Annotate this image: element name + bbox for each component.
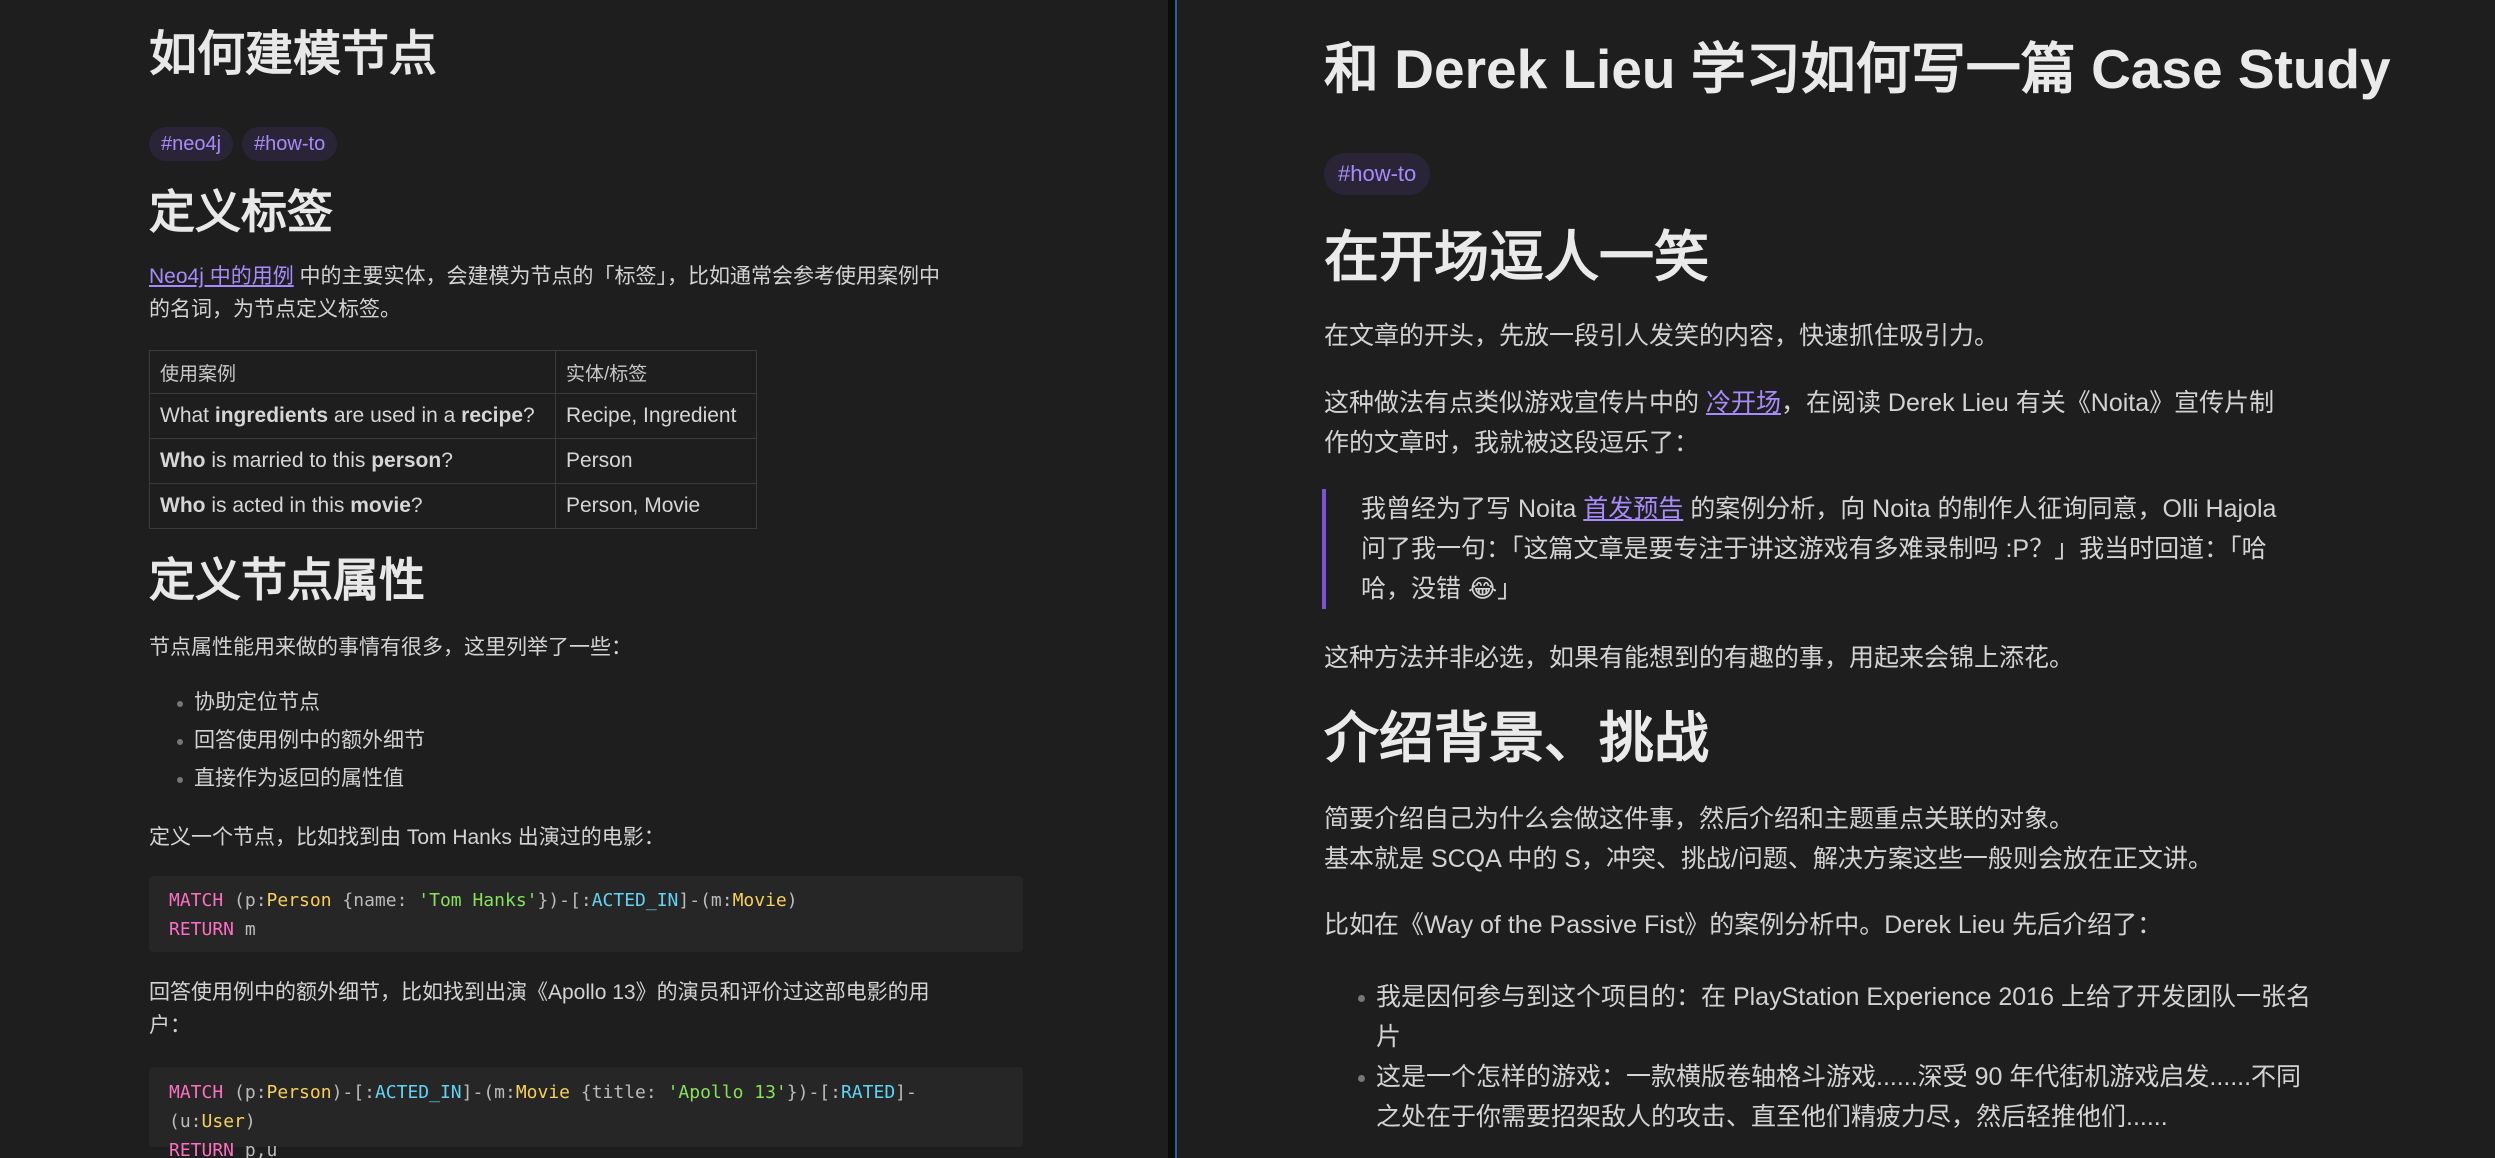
table-header: 使用案例 (149, 350, 556, 394)
list-item: 回答使用例中的额外细节 (149, 722, 1023, 760)
table-row: What ingredients are used in a recipe? R… (149, 393, 757, 439)
heading-define-labels: 定义标签 (149, 186, 333, 238)
heading-background-challenges: 介绍背景、挑战 (1324, 707, 1710, 769)
code-line: RETURN m (169, 919, 256, 940)
paragraph-properties-intro: 节点属性能用来做的事情有很多，这里列举了一些： (149, 636, 632, 659)
paragraph-example: 比如在《Way of the Passive Fist》的案例分析中。Derek… (1324, 911, 2163, 939)
link-cold-open[interactable]: 冷开场 (1706, 389, 1781, 417)
list-item: 协助定位节点 (149, 684, 1023, 722)
properties-list: 协助定位节点 回答使用例中的额外细节 直接作为返回的属性值 (149, 684, 1023, 798)
tag-neo4j[interactable]: #neo4j (149, 127, 234, 161)
table-cell: What ingredients are used in a recipe? (149, 393, 556, 439)
list-item: 这是一个怎样的游戏：一款横版卷轴格斗游戏......深受 90 年代街机游戏启发… (1324, 1057, 2495, 1137)
table-cell: Person (555, 438, 757, 484)
paragraph-intro-background: 简要介绍自己为什么会做这件事，然后介绍和主题重点关联的对象。 基本就是 SCQA… (1324, 805, 2213, 873)
paragraph-opening: 在文章的开头，先放一段引人发笑的内容，快速抓住吸引力。 (1324, 322, 2000, 350)
tag-list: #neo4j #how-to (149, 127, 1023, 161)
left-editor-pane[interactable]: 如何建模节点 #neo4j #how-to 定义标签 Neo4j 中的用例 中的… (0, 0, 1168, 1158)
heading-define-properties: 定义节点属性 (149, 554, 425, 606)
quote-text: 我曾经为了写 Noita 首发预告 的案例分析，向 Noita 的制作人征询同意… (1361, 495, 2277, 603)
code-block-tom-hanks[interactable]: MATCH (p:Person {name: 'Tom Hanks'})-[:A… (149, 876, 1023, 952)
table-cell: Person, Movie (555, 483, 757, 529)
link-launch-trailer[interactable]: 首发预告 (1583, 495, 1683, 523)
table-header: 实体/标签 (555, 350, 757, 394)
heading-opening-joke: 在开场逗人一笑 (1324, 226, 1710, 288)
example-list: 我是因何参与到这个项目的：在 PlayStation Experience 20… (1324, 977, 2495, 1137)
labels-table: 使用案例 实体/标签 What ingredients are used in … (149, 350, 757, 529)
table-cell: Recipe, Ingredient (555, 393, 757, 439)
table-cell: Who is married to this person? (149, 438, 556, 484)
table-header-row: 使用案例 实体/标签 (149, 350, 757, 394)
table-cell: Who is acted in this movie? (149, 483, 556, 529)
code-line: MATCH (p:Person)-[:ACTED_IN]-(m:Movie {t… (169, 1082, 917, 1132)
tag-how-to[interactable]: #how-to (1324, 153, 1431, 195)
paragraph-labels: Neo4j 中的用例 中的主要实体，会建模为节点的「标签」，比如通常会参考使用案… (149, 265, 941, 321)
right-editor-pane[interactable]: 和 Derek Lieu 学习如何写一篇 Case Study #how-to … (1177, 0, 2495, 1158)
paragraph-extra-details: 回答使用例中的额外细节，比如找到出演《Apollo 13》的演员和评价过这部电影… (149, 981, 930, 1037)
page-title: 如何建模节点 (149, 28, 438, 81)
code-block-apollo-13[interactable]: MATCH (p:Person)-[:ACTED_IN]-(m:Movie {t… (149, 1067, 1023, 1158)
paragraph-find-movies: 定义一个节点，比如找到由 Tom Hanks 出演过的电影： (149, 826, 665, 849)
code-line: RETURN p,u (169, 1140, 278, 1158)
page-title: 和 Derek Lieu 学习如何写一篇 Case Study (1324, 38, 2391, 100)
pane-divider[interactable] (1168, 0, 1175, 1158)
code-line: MATCH (p:Person {name: 'Tom Hanks'})-[:A… (169, 890, 798, 911)
tag-how-to[interactable]: #how-to (242, 127, 338, 161)
list-item: 直接作为返回的属性值 (149, 760, 1023, 798)
link-neo4j-use-cases[interactable]: Neo4j 中的用例 (149, 265, 294, 288)
paragraph-optional: 这种方法并非必选，如果有能想到的有趣的事，用起来会锦上添花。 (1324, 644, 2075, 672)
table-row: Who is married to this person? Person (149, 438, 757, 484)
list-item: 我是因何参与到这个项目的：在 PlayStation Experience 20… (1324, 977, 2495, 1057)
blockquote: 我曾经为了写 Noita 首发预告 的案例分析，向 Noita 的制作人征询同意… (1322, 489, 2495, 609)
table-row: Who is acted in this movie? Person, Movi… (149, 483, 757, 529)
paragraph-cold-open: 这种做法有点类似游戏宣传片中的 冷开场，在阅读 Derek Lieu 有关《No… (1324, 389, 2275, 457)
